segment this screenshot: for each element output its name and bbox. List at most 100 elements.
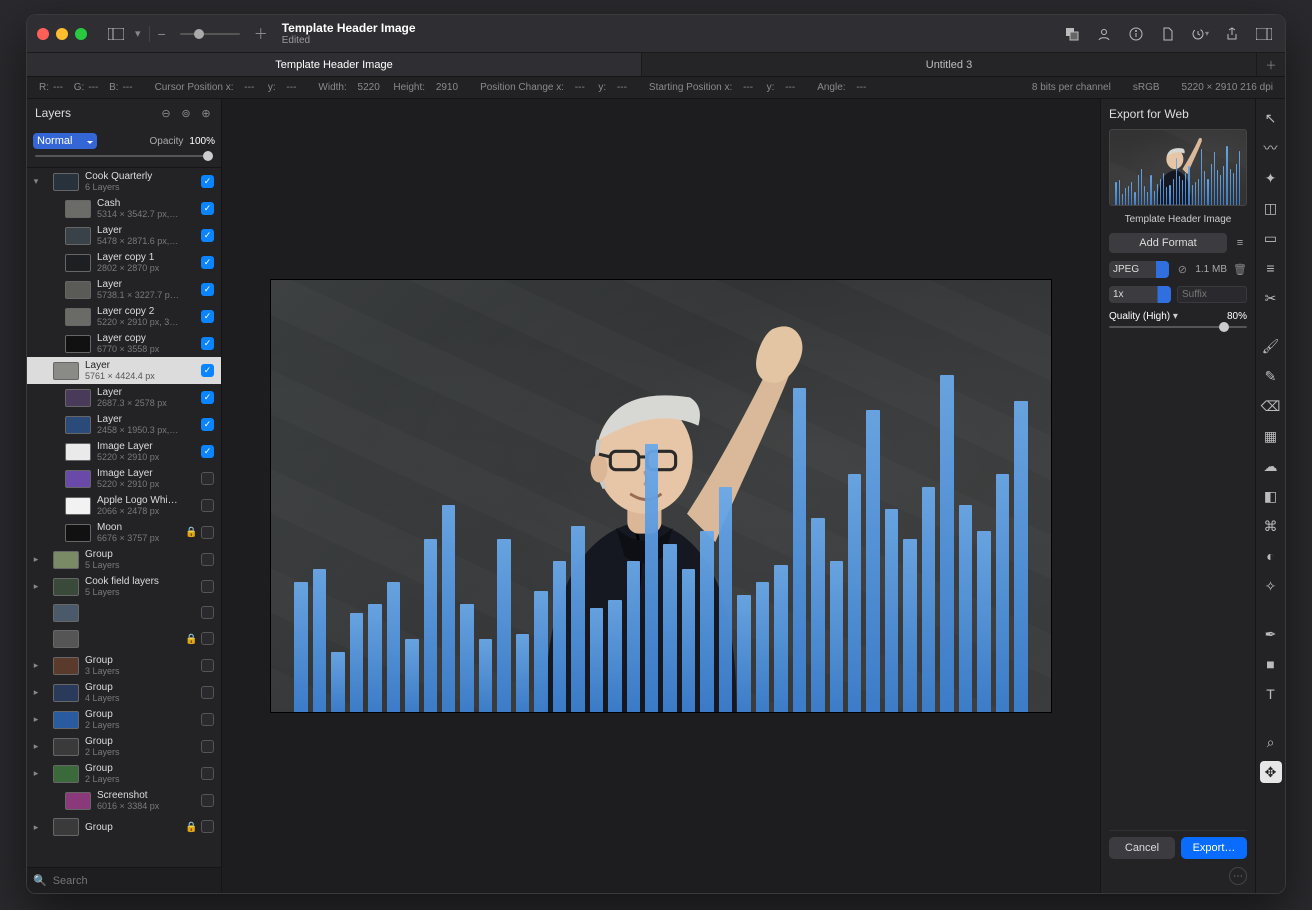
history-icon[interactable]: ▾ xyxy=(1189,23,1211,45)
layer-row[interactable]: Layer5738.1 × 3227.7 px, 37%, L… xyxy=(27,276,221,303)
layers-add-icon[interactable]: ⊕ xyxy=(199,106,213,120)
no-icon[interactable]: ⊘ xyxy=(1175,262,1189,276)
visibility-toggle[interactable] xyxy=(201,364,215,378)
visibility-toggle[interactable] xyxy=(201,202,215,216)
clone-tool[interactable]: ⌘ xyxy=(1260,515,1282,537)
visibility-toggle[interactable] xyxy=(201,418,215,432)
new-tab-button[interactable]: ＋ xyxy=(1257,53,1285,76)
disclosure-icon[interactable]: ▸ xyxy=(31,822,41,833)
crop-tool[interactable]: ◫ xyxy=(1260,197,1282,219)
pen-tool[interactable]: ✒ xyxy=(1260,623,1282,645)
cancel-button[interactable]: Cancel xyxy=(1109,837,1175,859)
layer-row[interactable]: ▸Group🔒 xyxy=(27,814,221,840)
visibility-toggle[interactable] xyxy=(201,499,215,513)
layer-row[interactable]: Apple Logo White T…2066 × 2478 px xyxy=(27,492,221,519)
info-icon[interactable] xyxy=(1125,23,1147,45)
disclosure-icon[interactable]: ▸ xyxy=(31,687,41,698)
visibility-toggle[interactable] xyxy=(201,553,215,567)
hand-tool[interactable]: ✥ xyxy=(1260,761,1282,783)
zoom-tool[interactable]: ⌕ xyxy=(1260,731,1282,753)
export-settings-icon[interactable]: ⋯ xyxy=(1229,867,1247,885)
disclosure-icon[interactable]: ▸ xyxy=(31,768,41,779)
brush-tool[interactable]: 🖌 xyxy=(1260,335,1282,357)
layer-row[interactable] xyxy=(27,600,221,626)
disclosure-icon[interactable]: ▸ xyxy=(31,714,41,725)
scale-select[interactable]: 1x xyxy=(1109,286,1171,303)
layer-row[interactable]: Layer5761 × 4424.4 px xyxy=(27,357,221,384)
visibility-toggle[interactable] xyxy=(201,820,215,834)
visibility-toggle[interactable] xyxy=(201,445,215,459)
disclosure-icon[interactable]: ▸ xyxy=(31,554,41,565)
format-select[interactable]: JPEG xyxy=(1109,261,1169,278)
visibility-toggle[interactable] xyxy=(201,526,215,540)
layer-row[interactable]: ▸Group3 Layers xyxy=(27,652,221,679)
dropdown-caret-icon[interactable]: ▾ xyxy=(135,27,141,40)
person-icon[interactable] xyxy=(1093,23,1115,45)
document-tab[interactable]: Template Header Image xyxy=(27,53,642,76)
visibility-toggle[interactable] xyxy=(201,686,215,700)
layer-row[interactable]: Moon6676 × 3757 px🔒 xyxy=(27,519,221,546)
erase-tool[interactable]: ⌫ xyxy=(1260,395,1282,417)
export-button[interactable]: Export… xyxy=(1181,837,1247,859)
layer-row[interactable]: Layer5478 × 2871.6 px, 80%, Co… xyxy=(27,222,221,249)
layer-row[interactable]: Layer2687.3 × 2578 px xyxy=(27,384,221,411)
visibility-toggle[interactable] xyxy=(201,713,215,727)
blend-mode-select[interactable]: Normal xyxy=(33,133,97,149)
layer-row[interactable]: Image Layer5220 × 2910 px xyxy=(27,465,221,492)
layer-row[interactable]: ▸Group5 Layers xyxy=(27,546,221,573)
suffix-field[interactable]: Suffix xyxy=(1177,286,1247,303)
lock-icon[interactable]: 🔒 xyxy=(185,822,195,833)
layer-row[interactable]: Layer2458 × 1950.3 px, 34% xyxy=(27,411,221,438)
layer-row[interactable]: Screenshot6016 × 3384 px xyxy=(27,787,221,814)
layer-row[interactable]: Layer copy6770 × 3558 px xyxy=(27,330,221,357)
layer-list[interactable]: ▾Cook Quarterly6 LayersCash5314 × 3542.7… xyxy=(27,167,221,867)
visibility-toggle[interactable] xyxy=(201,767,215,781)
disclosure-icon[interactable]: ▸ xyxy=(31,741,41,752)
share-icon[interactable] xyxy=(1221,23,1243,45)
visibility-toggle[interactable] xyxy=(201,472,215,486)
disclosure-icon[interactable]: ▸ xyxy=(31,660,41,671)
layer-row[interactable]: ▸Cook field layers5 Layers xyxy=(27,573,221,600)
panels-toggle-icon[interactable] xyxy=(1253,23,1275,45)
pencil-tool[interactable]: ✎ xyxy=(1260,365,1282,387)
visibility-toggle[interactable] xyxy=(201,740,215,754)
slice-tool[interactable]: ✂ xyxy=(1260,287,1282,309)
layer-row[interactable]: Layer copy 12802 × 2870 px xyxy=(27,249,221,276)
smudge-tool[interactable]: ☁ xyxy=(1260,455,1282,477)
layers-search-input[interactable] xyxy=(53,875,215,887)
visibility-toggle[interactable] xyxy=(201,229,215,243)
zoom-in-icon[interactable]: ＋ xyxy=(254,24,268,44)
layer-row[interactable]: ▸Group2 Layers xyxy=(27,760,221,787)
visibility-toggle[interactable] xyxy=(201,175,215,189)
arrange-icon[interactable] xyxy=(1061,23,1083,45)
dodge-tool[interactable]: ◐ xyxy=(1260,545,1282,567)
shape-tool[interactable]: ■ xyxy=(1260,653,1282,675)
document-tab[interactable]: Untitled 3 xyxy=(642,53,1257,76)
quality-slider[interactable] xyxy=(1109,326,1247,328)
zoom-slider[interactable] xyxy=(180,33,240,35)
layer-row[interactable]: Cash5314 × 3542.7 px, 12% xyxy=(27,195,221,222)
layer-row[interactable]: 🔒 xyxy=(27,626,221,652)
visibility-toggle[interactable] xyxy=(201,256,215,270)
add-format-button[interactable]: Add Format xyxy=(1109,233,1227,253)
zoom-window[interactable] xyxy=(75,28,87,40)
quality-label[interactable]: Quality (High) ▾ xyxy=(1109,311,1178,322)
layer-row[interactable]: ▸Group2 Layers xyxy=(27,733,221,760)
layer-row[interactable]: ▸Group4 Layers xyxy=(27,679,221,706)
layers-collapse-icon[interactable]: ⊖ xyxy=(159,106,173,120)
visibility-toggle[interactable] xyxy=(201,391,215,405)
text-tool[interactable]: T xyxy=(1260,683,1282,705)
gradient-tool[interactable]: ◧ xyxy=(1260,485,1282,507)
align-tool[interactable]: ≡ xyxy=(1260,257,1282,279)
visibility-toggle[interactable] xyxy=(201,659,215,673)
visibility-toggle[interactable] xyxy=(201,606,215,620)
layer-row[interactable]: ▸Group2 Layers xyxy=(27,706,221,733)
layer-row[interactable]: Image Layer5220 × 2910 px xyxy=(27,438,221,465)
sidebar-toggle-icon[interactable] xyxy=(105,23,127,45)
lasso-tool[interactable]: 〰 xyxy=(1260,137,1282,159)
layers-filter-icon[interactable]: ⊚ xyxy=(179,106,193,120)
visibility-toggle[interactable] xyxy=(201,580,215,594)
visibility-toggle[interactable] xyxy=(201,794,215,808)
format-options-icon[interactable]: ≡ xyxy=(1233,236,1247,250)
close-window[interactable] xyxy=(37,28,49,40)
